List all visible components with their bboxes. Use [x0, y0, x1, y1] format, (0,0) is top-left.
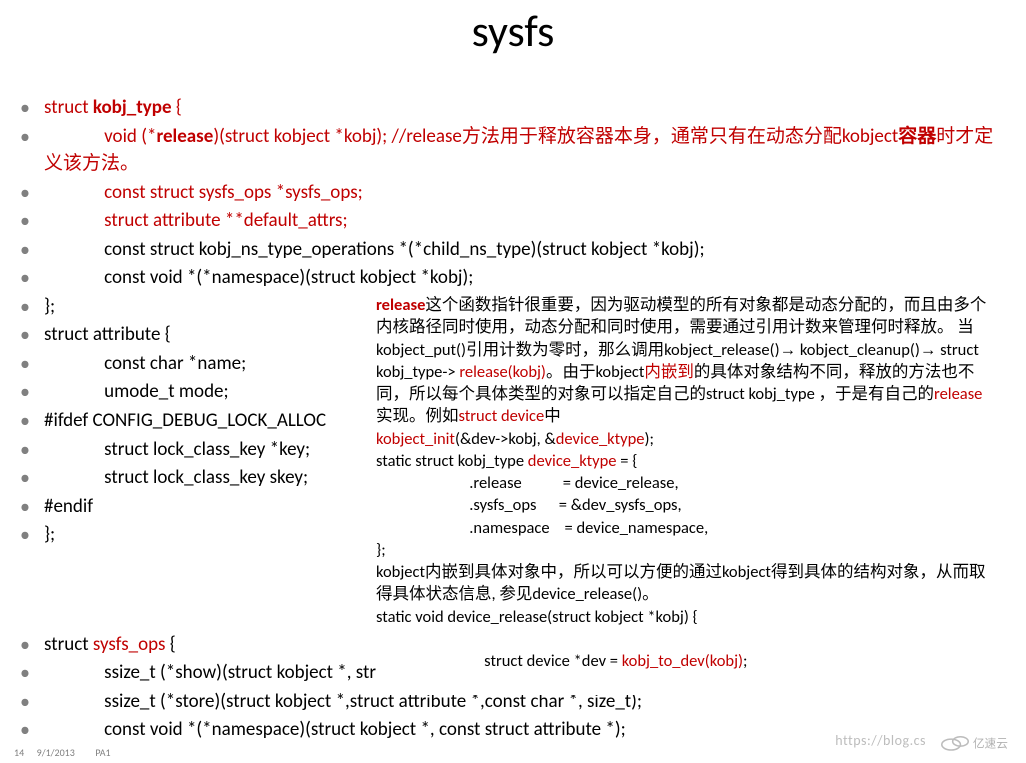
watermark-url: https://blog.cs — [835, 732, 926, 749]
text: struct device *dev = — [391, 651, 622, 671]
text: }; — [44, 523, 55, 546]
text: .namespace = device_namespace, — [376, 517, 996, 539]
slide-footer: 14 9/1/2013 PA1 — [14, 746, 111, 759]
indent — [44, 380, 104, 403]
indent — [44, 181, 104, 204]
bullet-3: const struct sysfs_ops *sysfs_ops; — [14, 179, 1012, 207]
arrow-icon: → — [780, 341, 797, 359]
text: struct — [44, 96, 93, 119]
text: release(kobj) — [459, 362, 546, 382]
text: sysfs_ops — [93, 633, 166, 656]
slide-number: 14 — [14, 746, 24, 759]
text: device_ktype — [556, 429, 645, 449]
text: device_ktype — [528, 451, 620, 471]
text: const struct sysfs_ops *sysfs_ops; — [104, 181, 363, 204]
watermark-logo: 亿速云 — [936, 729, 1016, 757]
text: { — [172, 96, 182, 119]
text: const void *(*namespace)(struct kobject … — [104, 266, 473, 289]
text: const struct kobj_ns_type_operations *(*… — [104, 238, 704, 261]
text: release — [934, 384, 982, 404]
text: )(struct kobject *kobj); //release方法用于释放… — [213, 125, 898, 148]
text: .sysfs_ops = &dev_sysfs_ops, — [376, 494, 996, 516]
text: void (* — [104, 125, 156, 148]
text: release — [376, 295, 425, 315]
indent — [44, 238, 104, 261]
indent — [44, 352, 104, 375]
text: const char *name; — [104, 352, 246, 375]
text: }; — [376, 539, 996, 561]
text: kobject_init — [376, 429, 455, 449]
text: struct lock_class_key *key; — [104, 438, 310, 461]
bullet-4: struct attribute **default_attrs; — [14, 207, 1012, 235]
text: 内嵌到 — [644, 362, 694, 382]
indent — [44, 125, 104, 148]
text: static struct kobj_type — [376, 451, 528, 471]
text: ; — [743, 651, 747, 671]
arrow-icon: → — [920, 341, 937, 359]
text: { — [165, 633, 175, 656]
text: }; — [44, 295, 55, 318]
indent — [44, 718, 104, 741]
indent — [44, 690, 104, 713]
text: ); — [644, 429, 653, 449]
text: 容器 — [898, 125, 936, 148]
indent — [44, 266, 104, 289]
text: kobject内嵌到具体对象中，所以可以方便的通过kobject得到具体的结构对… — [376, 561, 996, 606]
text: kobj_to_dev(kobj) — [622, 651, 743, 671]
text: struct attribute **default_attrs; — [104, 209, 347, 232]
indent — [44, 209, 104, 232]
text: .release = device_release, — [376, 472, 996, 494]
text: kobject_cleanup() — [800, 340, 920, 360]
svg-text:亿速云: 亿速云 — [973, 737, 1008, 751]
text: struct — [44, 633, 93, 656]
text: umode_t mode; — [104, 380, 228, 403]
text: 中 — [544, 406, 561, 426]
text: 实现。例如 — [376, 406, 459, 426]
bullet-5: const struct kobj_ns_type_operations *(*… — [14, 236, 1012, 264]
text: static void device_release(struct kobjec… — [376, 606, 996, 628]
indent — [44, 438, 104, 461]
text: struct device — [459, 406, 545, 426]
bullet-6: const void *(*namespace)(struct kobject … — [14, 264, 1012, 292]
text: kobj_type — [93, 96, 172, 119]
text: = { — [620, 451, 637, 471]
slide-tag: PA1 — [95, 746, 110, 759]
bullet-1: struct kobj_type { — [14, 94, 1012, 122]
slide-title: sysfs — [0, 4, 1026, 58]
text: #ifdef CONFIG_DEBUG_LOCK_ALLOC — [44, 409, 326, 432]
text: #endif — [44, 495, 93, 518]
indent — [44, 661, 104, 684]
indent — [44, 466, 104, 489]
text: struct lock_class_key skey; — [104, 466, 308, 489]
text: (&dev->kobj, & — [455, 429, 556, 449]
bullet-2: void (*release)(struct kobject *kobj); /… — [14, 123, 1012, 178]
explanation-box: release这个函数指针很重要，因为驱动模型的所有对象都是动态分配的，而且由多… — [376, 294, 996, 695]
slide-date: 9/1/2013 — [37, 746, 75, 759]
text: release — [156, 125, 213, 148]
text: const void *(*namespace)(struct kobject … — [104, 718, 626, 741]
text: struct attribute { — [44, 323, 171, 346]
text: 。由于kobject — [546, 362, 644, 382]
